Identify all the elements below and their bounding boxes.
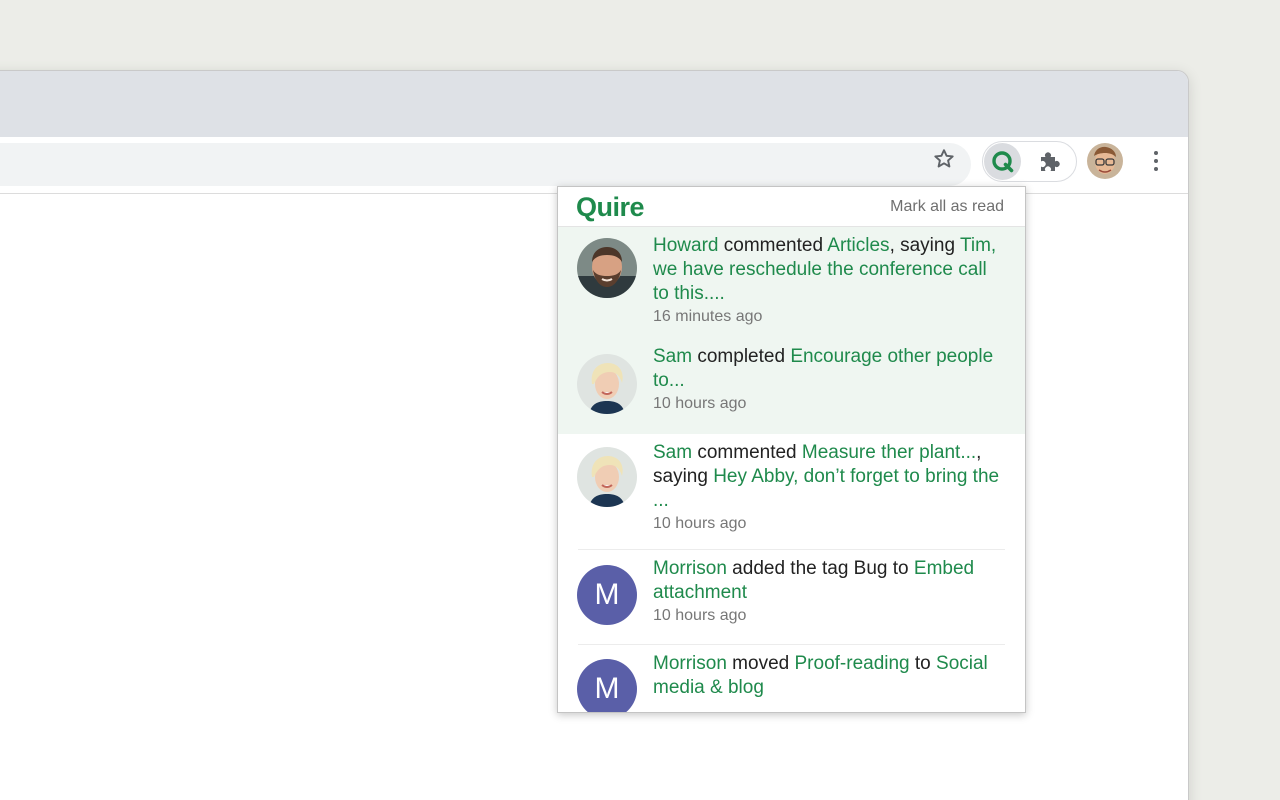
notification-text: Morrison added the tag Bug to Embed atta… [653, 557, 1005, 605]
notification-target[interactable]: Measure ther plant... [802, 442, 976, 463]
profile-avatar[interactable] [1087, 143, 1123, 179]
quire-q-icon[interactable] [984, 143, 1021, 180]
notification-item[interactable]: M Morrison added the tag Bug to Embed at… [558, 550, 1025, 645]
notification-action: commented [718, 235, 828, 256]
notification-time: 10 hours ago [653, 395, 747, 412]
address-bar[interactable] [0, 143, 971, 186]
avatar-sam [577, 447, 637, 507]
avatar-sam [577, 354, 637, 414]
notification-user[interactable]: Morrison [653, 558, 727, 579]
mark-all-read-button[interactable]: Mark all as read [890, 198, 1004, 216]
notification-user[interactable]: Howard [653, 235, 718, 256]
notification-user[interactable]: Sam [653, 442, 692, 463]
avatar-morrison: M [577, 659, 637, 712]
notification-target[interactable]: Proof-reading [795, 653, 910, 674]
notification-user[interactable]: Morrison [653, 653, 727, 674]
three-dots-vertical-icon[interactable] [1144, 145, 1168, 177]
quire-logo: Quire [576, 192, 645, 222]
notification-action: commented [692, 442, 802, 463]
popup-header: Quire Mark all as read [558, 187, 1025, 227]
notification-list: Howard commented Articles, saying Tim, w… [558, 227, 1025, 712]
puzzle-piece-icon[interactable] [1036, 149, 1062, 175]
extensions-group [982, 141, 1077, 182]
notification-item[interactable]: Sam completed Encourage other people to.… [558, 338, 1025, 434]
notification-action: completed [692, 346, 791, 367]
notification-text: Sam completed Encourage other people to.… [653, 345, 1005, 393]
notification-text: Howard commented Articles, saying Tim, w… [653, 234, 1005, 306]
star-outline-icon[interactable] [932, 147, 956, 171]
notification-action: added the tag Bug to [726, 558, 914, 579]
tab-strip [0, 71, 1188, 137]
notification-target[interactable]: Articles [827, 235, 889, 256]
notification-item[interactable]: M Morrison moved Proof-reading to Social… [558, 645, 1025, 712]
notification-time: 10 hours ago [653, 515, 747, 532]
quire-notifications-popup: Quire Mark all as read Howard commented … [557, 186, 1026, 713]
avatar-howard [577, 238, 637, 298]
notification-user[interactable]: Sam [653, 346, 692, 367]
notification-item[interactable]: Howard commented Articles, saying Tim, w… [558, 227, 1025, 338]
notification-text: Sam commented Measure ther plant..., say… [653, 441, 1005, 513]
notification-connector: to [909, 653, 937, 674]
notification-text: Morrison moved Proof-reading to Social m… [653, 652, 1005, 700]
notification-connector: , saying [889, 235, 960, 256]
notification-action: moved [726, 653, 795, 674]
notification-time: 10 hours ago [653, 607, 747, 624]
notification-time: 16 minutes ago [653, 308, 763, 325]
notification-item[interactable]: Sam commented Measure ther plant..., say… [558, 434, 1025, 550]
avatar-morrison: M [577, 565, 637, 625]
